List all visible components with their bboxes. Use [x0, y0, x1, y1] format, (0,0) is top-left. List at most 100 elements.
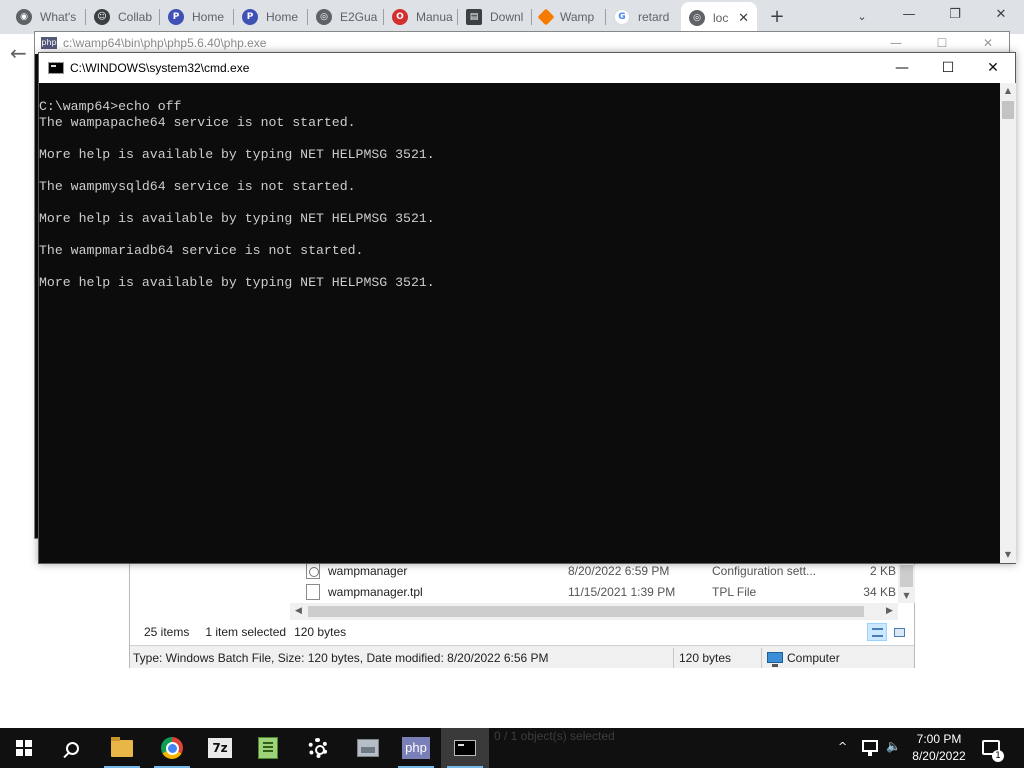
php-window-titlebar[interactable]: php c:\wamp64\bin\php\php5.6.40\php.exe … — [35, 32, 1009, 54]
scroll-down-icon[interactable]: ▼ — [1000, 547, 1016, 563]
file-name: wampmanager — [328, 564, 408, 578]
location-label: Computer — [787, 651, 840, 665]
taskbar-settings[interactable] — [294, 728, 342, 768]
cmd-minimize-button[interactable]: — — [879, 53, 925, 83]
browser-tab[interactable]: ▤ Downl — [458, 4, 532, 30]
browser-tab[interactable]: P Home — [160, 4, 234, 30]
windows-logo-icon — [16, 740, 32, 756]
cmd-window-titlebar[interactable]: C:\WINDOWS\system32\cmd.exe — ☐ ✕ — [39, 53, 1015, 83]
taskbar-chrome[interactable] — [148, 728, 196, 768]
browser-tab[interactable]: ◉ What's — [8, 4, 86, 30]
user-badge-icon: ☺ — [94, 9, 110, 25]
file-size: 2 KB — [869, 564, 896, 578]
new-tab-button[interactable]: + — [766, 6, 788, 28]
volume-icon[interactable]: 🔈 — [886, 739, 901, 753]
scroll-right-icon[interactable]: ▶ — [881, 603, 898, 620]
divider — [673, 648, 674, 668]
console-line: The wampmysqld64 service is not started. — [39, 179, 356, 194]
php-icon: php — [402, 737, 430, 759]
file-row[interactable]: wampmanager.tpl 11/15/2021 1:39 PM TPL F… — [306, 582, 908, 602]
php-icon: php — [41, 37, 57, 49]
browser-tab[interactable]: P Home — [234, 4, 308, 30]
browser-tab[interactable]: G retard — [606, 4, 680, 30]
file-type: TPL File — [712, 585, 757, 599]
details-size: 120 bytes — [679, 651, 732, 665]
start-button[interactable] — [0, 728, 48, 768]
taskbar-7zip[interactable]: 7z — [196, 728, 244, 768]
details-location: Computer — [767, 649, 840, 667]
tab-label: Home — [266, 10, 299, 24]
browser-tab[interactable]: O Manua — [384, 4, 458, 30]
tab-label: Manua — [416, 10, 453, 24]
browser-tab[interactable]: ◎ E2Gua — [308, 4, 384, 30]
taskbar-server-manager[interactable] — [344, 728, 392, 768]
pbs-icon: P — [242, 9, 258, 25]
clock-date: 8/20/2022 — [912, 749, 966, 763]
php-minimize-button[interactable]: — — [873, 32, 919, 54]
php-maximize-button[interactable]: ☐ — [919, 32, 965, 54]
horizontal-scrollbar[interactable]: ◀ ▶ — [290, 603, 898, 620]
back-button[interactable]: ← — [10, 42, 34, 64]
tray-overflow-icon[interactable]: ^ — [838, 740, 847, 753]
browser-restore-button[interactable]: ❐ — [932, 0, 978, 30]
browser-tab[interactable]: Wamp — [532, 4, 606, 30]
scrollbar-thumb[interactable] — [308, 606, 864, 617]
browser-minimize-button[interactable]: — — [886, 0, 932, 30]
file-row[interactable]: wampmanager 8/20/2022 6:59 PM Configurat… — [306, 561, 908, 581]
wamp-icon — [537, 8, 555, 26]
php-close-button[interactable]: ✕ — [965, 32, 1011, 54]
browser-close-button[interactable]: ✕ — [978, 0, 1024, 30]
scrollbar-thumb[interactable] — [1002, 101, 1014, 119]
network-icon[interactable] — [862, 740, 878, 756]
taskbar-notepadpp[interactable] — [244, 728, 292, 768]
file-explorer-window: wampmanager 8/20/2022 6:59 PM Configurat… — [129, 556, 915, 668]
taskbar-file-explorer[interactable] — [98, 728, 146, 768]
browser-tab-active[interactable]: ◎ loc ✕ — [681, 2, 757, 34]
explorer-status-bar: 25 items 1 item selected 120 bytes — [130, 621, 914, 643]
console-scrollbar[interactable]: ▲ ▼ — [1000, 83, 1016, 563]
selection-size: 120 bytes — [294, 625, 347, 639]
7zip-icon: 7z — [208, 738, 232, 758]
details-view-button[interactable] — [867, 623, 887, 641]
taskbar-php[interactable]: php — [392, 728, 440, 768]
cmd-window: C:\WINDOWS\system32\cmd.exe — ☐ ✕ C:\wam… — [38, 52, 1016, 564]
folder-icon — [111, 736, 133, 757]
taskbar-cmd[interactable] — [441, 728, 489, 768]
details-view-icon — [872, 628, 883, 637]
tab-label: loc — [713, 11, 729, 25]
scroll-down-icon[interactable]: ▼ — [898, 591, 915, 603]
cmd-maximize-button[interactable]: ☐ — [925, 53, 971, 83]
tab-close-icon[interactable]: ✕ — [738, 11, 749, 26]
console-line: The wampmariadb64 service is not started… — [39, 243, 364, 258]
details-info: Type: Windows Batch File, Size: 120 byte… — [133, 651, 549, 665]
cmd-icon — [454, 740, 476, 756]
cmd-close-button[interactable]: ✕ — [970, 53, 1016, 83]
system-clock[interactable]: 7:00 PM 8/20/2022 — [900, 731, 978, 765]
file-icon — [306, 584, 320, 600]
tab-label: What's — [40, 10, 77, 24]
scroll-up-icon[interactable]: ▲ — [1000, 83, 1016, 99]
scroll-left-icon[interactable]: ◀ — [290, 603, 307, 620]
search-button[interactable] — [48, 728, 96, 768]
tab-label: Wamp — [560, 10, 595, 24]
tab-search-button[interactable]: ⌄ — [852, 7, 872, 27]
console-line: More help is available by typing NET HEL… — [39, 275, 435, 290]
notification-count: 1 — [992, 750, 1004, 762]
vertical-scrollbar[interactable]: ▼ — [898, 565, 915, 603]
file-type: Configuration sett... — [712, 564, 817, 578]
divider — [761, 648, 762, 668]
console-line: The wampapache64 service is not started. — [39, 115, 356, 130]
scrollbar-thumb[interactable] — [900, 565, 913, 587]
tab-label: Home — [192, 10, 225, 24]
browser-tab[interactable]: ☺ Collab — [86, 4, 160, 30]
console-output[interactable]: C:\wamp64>echo off The wampapache64 serv… — [39, 83, 1000, 563]
console-line: More help is available by typing NET HEL… — [39, 211, 435, 226]
large-icons-view-button[interactable] — [889, 623, 909, 641]
tab-label: Downl — [490, 10, 524, 24]
file-name: wampmanager.tpl — [328, 585, 423, 599]
